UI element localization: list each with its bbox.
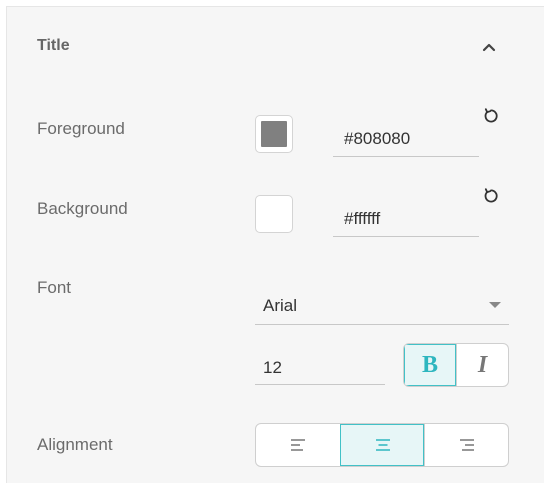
foreground-reset-button[interactable] [482,107,500,125]
foreground-hex-input[interactable]: #808080 [333,121,479,157]
foreground-label: Foreground [37,119,125,138]
font-label: Font [37,278,72,297]
reset-icon [484,188,498,203]
section-title: Title [37,37,70,54]
italic-toggle-button[interactable]: I [455,344,508,386]
background-color-swatch[interactable] [255,195,293,233]
font-family-select[interactable]: Arial [255,287,509,325]
italic-glyph: I [477,351,488,378]
background-label: Background [37,199,128,218]
chevron-up-icon [482,43,496,52]
foreground-swatch-fill [261,121,287,147]
alignment-toggle-group [255,423,509,467]
align-center-icon [375,439,390,451]
reset-icon [484,108,498,123]
align-left-icon [291,439,305,451]
background-reset-button[interactable] [482,187,500,205]
foreground-color-swatch[interactable] [255,115,293,153]
dropdown-caret-icon [489,302,501,308]
align-left-button[interactable] [256,424,340,466]
align-right-icon [459,439,474,451]
font-size-input[interactable]: 12 [255,347,385,385]
collapse-button[interactable] [477,35,501,59]
bold-glyph: B [421,351,438,378]
title-settings-panel: Title Foreground #808080 Background #fff… [6,6,544,483]
background-hex-input[interactable]: #ffffff [333,201,479,237]
align-center-button[interactable] [340,424,424,466]
bold-toggle-button[interactable]: B [404,344,456,386]
alignment-label: Alignment [37,435,113,454]
font-family-value: Arial [263,296,298,315]
font-style-toggle-group: B I [403,343,509,387]
align-right-button[interactable] [424,424,508,466]
background-swatch-fill [261,201,287,227]
